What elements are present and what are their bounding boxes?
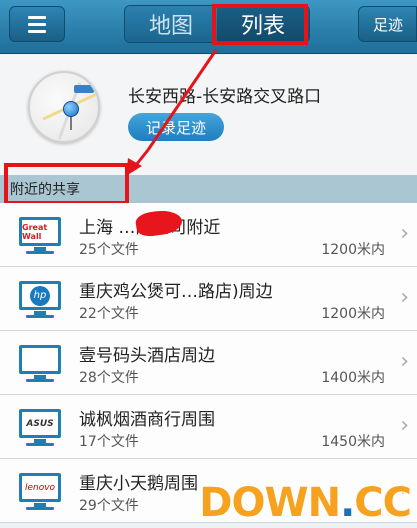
list-item[interactable]: 壹号码头酒店周边 28个文件 1400米内 › bbox=[0, 331, 417, 395]
item-distance: 1200米内 bbox=[321, 242, 385, 258]
item-file-count: 29个文件 bbox=[79, 498, 139, 514]
monitor-base bbox=[26, 379, 54, 382]
menu-icon-bar bbox=[28, 22, 46, 26]
item-title: 诚枫烟酒商行周围 bbox=[79, 410, 215, 430]
chevron-right-icon: › bbox=[400, 221, 409, 246]
item-distance: 1200米内 bbox=[321, 306, 385, 322]
item-file-count: 28个文件 bbox=[79, 370, 139, 386]
monitor-icon bbox=[19, 345, 61, 374]
menu-icon-bar bbox=[28, 15, 46, 19]
brand-logo: ASUS bbox=[26, 418, 54, 429]
menu-icon-bar bbox=[28, 29, 46, 33]
chevron-right-icon: › bbox=[400, 285, 409, 310]
item-title: 重庆小天鹅周围 bbox=[79, 474, 198, 494]
nearby-share-list: Great Wall 上海 …限公司附近 25个文件 1200米内 › hp 重… bbox=[0, 203, 417, 523]
item-file-count: 22个文件 bbox=[79, 306, 139, 322]
monitor-base bbox=[26, 507, 54, 510]
annotation-highlight-box bbox=[212, 4, 308, 45]
watermark-tld: CC bbox=[354, 480, 412, 526]
item-title: 壹号码头酒店周边 bbox=[79, 346, 215, 366]
chevron-right-icon: › bbox=[400, 413, 409, 438]
location-title: 长安西路-长安路交叉路口 bbox=[128, 87, 322, 107]
pin-icon bbox=[63, 101, 79, 117]
brand-logo: lenovo bbox=[24, 482, 56, 493]
annotation-highlight-box bbox=[4, 163, 129, 205]
watermark-logo: DOWN.CC bbox=[199, 480, 412, 526]
menu-button[interactable] bbox=[9, 6, 65, 42]
app-header: 地图 列表 足迹 bbox=[0, 0, 417, 54]
asus-monitor-icon: ASUS bbox=[19, 409, 61, 438]
lenovo-monitor-icon: lenovo bbox=[19, 473, 61, 502]
watermark-dot: . bbox=[340, 480, 355, 526]
item-title: 重庆鸡公煲可…路店)周边 bbox=[79, 282, 273, 302]
list-item[interactable]: ASUS 诚枫烟酒商行周围 17个文件 1450米内 › bbox=[0, 395, 417, 459]
map-road-badge bbox=[74, 85, 94, 93]
footprint-button[interactable]: 足迹 bbox=[358, 6, 417, 42]
monitor-base bbox=[26, 251, 54, 254]
greatwall-monitor-icon: Great Wall bbox=[19, 217, 61, 246]
chevron-right-icon: › bbox=[400, 349, 409, 374]
item-distance: 1400米内 bbox=[321, 370, 385, 386]
monitor-base bbox=[26, 443, 54, 446]
watermark-text: DOWN bbox=[199, 480, 341, 526]
list-item[interactable]: hp 重庆鸡公煲可…路店)周边 22个文件 1200米内 › bbox=[0, 267, 417, 331]
pin-icon bbox=[70, 116, 72, 130]
item-distance: 1450米内 bbox=[321, 434, 385, 450]
tab-map[interactable]: 地图 bbox=[125, 6, 217, 42]
item-file-count: 17个文件 bbox=[79, 434, 139, 450]
monitor-base bbox=[26, 315, 54, 318]
map-thumbnail[interactable] bbox=[28, 71, 100, 143]
list-item[interactable]: Great Wall 上海 …限公司附近 25个文件 1200米内 › bbox=[0, 203, 417, 267]
item-file-count: 25个文件 bbox=[79, 242, 139, 258]
current-location-panel: 长安西路-长安路交叉路口 记录足迹 bbox=[0, 55, 417, 175]
brand-logo: Great Wall bbox=[22, 222, 48, 241]
brand-logo: hp bbox=[30, 285, 50, 306]
hp-monitor-icon: hp bbox=[19, 281, 61, 310]
record-footprint-button[interactable]: 记录足迹 bbox=[128, 113, 224, 141]
